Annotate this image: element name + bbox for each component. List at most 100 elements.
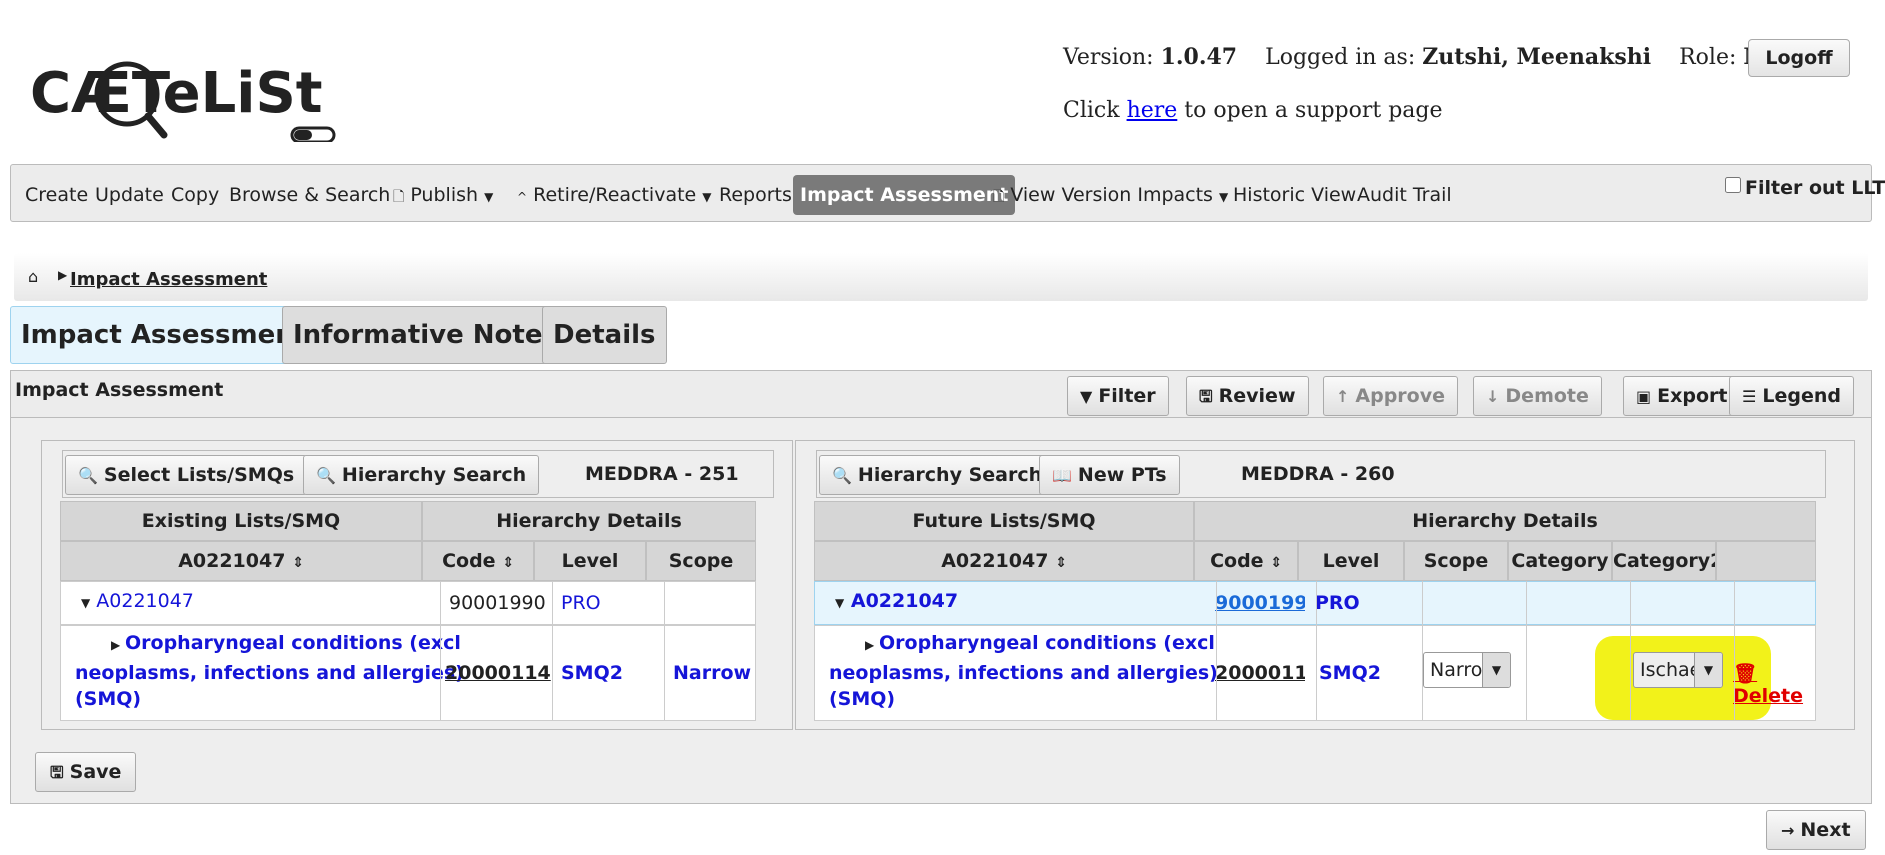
- header-info: Version: 1.0.47 Logged in as: Zutshi, Me…: [1063, 44, 1811, 70]
- caret-up-icon: ^: [517, 190, 528, 204]
- menu-retire-reactivate[interactable]: ^ Retire/Reactivate ▼: [517, 184, 712, 206]
- row-level: PRO: [561, 592, 601, 614]
- row-code[interactable]: 90001990: [1215, 592, 1305, 614]
- sort-icon: ⇕: [1270, 555, 1282, 571]
- sort-icon: ⇕: [1055, 555, 1067, 571]
- menu-create[interactable]: Create: [25, 184, 88, 206]
- save-icon: 🖫: [1199, 387, 1213, 406]
- support-link[interactable]: here: [1127, 98, 1178, 123]
- logo-text: CÆTeLiSt: [30, 61, 323, 126]
- menu-copy[interactable]: Copy: [171, 184, 219, 206]
- left-search-bar: 🔍 Select Lists/SMQs 🔍 Hierarchy Search MED…: [62, 450, 774, 498]
- col-hierarchy-details: Hierarchy Details: [422, 501, 756, 541]
- sort-icon: ⇕: [292, 555, 304, 571]
- filter-icon: ▼: [1080, 387, 1093, 406]
- select-lists-button[interactable]: 🔍 Select Lists/SMQs: [65, 455, 308, 495]
- menu-reports[interactable]: Reports: [719, 184, 792, 206]
- row-code: 90001990: [449, 592, 546, 614]
- book-icon: 📖: [1052, 466, 1072, 485]
- table-row: ▶ Oropharyngeal conditions (excl neoplas…: [60, 625, 756, 721]
- caret-down-icon: ▼: [1219, 190, 1229, 204]
- demote-button[interactable]: ↓ Demote: [1473, 376, 1602, 416]
- col-hierarchy-details: Hierarchy Details: [1194, 501, 1816, 541]
- row-scope: Narrow: [673, 662, 752, 684]
- caret-right-icon[interactable]: ▶: [111, 638, 120, 652]
- support-line: Click here to open a support page: [1063, 98, 1443, 123]
- menu-impact-assessment[interactable]: Impact Assessment: [793, 175, 1016, 215]
- smq-name[interactable]: Oropharyngeal conditions (excl: [879, 632, 1215, 654]
- row-code[interactable]: 20000114: [445, 662, 551, 684]
- menu-historic-view[interactable]: Historic View: [1233, 184, 1356, 206]
- row-code[interactable]: 20000114: [1215, 662, 1305, 684]
- right-meddra-version: MEDDRA - 260: [1241, 463, 1395, 485]
- col-future-lists: Future Lists/SMQ: [814, 501, 1194, 541]
- filter-button[interactable]: ▼ Filter: [1067, 376, 1169, 416]
- document-icon: 🗋: [393, 189, 405, 205]
- col-scope: Scope: [646, 541, 756, 581]
- caret-right-icon[interactable]: ▶: [865, 638, 874, 652]
- breadcrumb: ⌂ ▶ Impact Assessment: [14, 253, 1868, 301]
- table-row: ▶ Oropharyngeal conditions (excl neoplas…: [814, 625, 1816, 721]
- tab-informative-notes[interactable]: Informative Notes: [282, 306, 569, 364]
- caret-down-icon: ▼: [1482, 653, 1510, 687]
- delete-link[interactable]: 🗑Delete: [1733, 662, 1815, 707]
- search-icon: 🔍: [78, 466, 98, 485]
- left-hierarchy-search-button[interactable]: 🔍 Hierarchy Search: [303, 455, 540, 495]
- review-button[interactable]: 🖫 Review: [1186, 376, 1309, 416]
- col-level: Level: [534, 541, 646, 581]
- col-level: Level: [1298, 541, 1404, 581]
- new-pts-button[interactable]: 📖 New PTs: [1039, 455, 1180, 495]
- search-icon: 🔍: [832, 466, 852, 485]
- filter-llt-checkbox[interactable]: Filter out LLT: [1725, 177, 1885, 199]
- future-lists-panel: 🔍 Hierarchy Search 📖 New PTs MEDDRA - 260 …: [795, 440, 1855, 730]
- expand-caret-icon[interactable]: ▼ A0221047: [835, 590, 958, 612]
- row-level: SMQ2: [561, 662, 623, 684]
- list-icon: ☰: [1742, 387, 1757, 406]
- scope-select[interactable]: Narro ▼: [1423, 652, 1511, 688]
- legend-button[interactable]: ☰ Legend: [1729, 376, 1854, 416]
- caret-right-icon: ▶: [58, 268, 68, 282]
- col-code[interactable]: Code ⇕: [422, 541, 534, 581]
- logoff-button[interactable]: Logoff: [1748, 39, 1850, 77]
- caret-down-icon: ▼: [702, 190, 712, 204]
- sort-icon: ⇕: [502, 555, 514, 571]
- tab-details[interactable]: Details: [542, 306, 667, 364]
- right-hierarchy-search-button[interactable]: 🔍 Hierarchy Search: [819, 455, 1056, 495]
- left-meddra-version: MEDDRA - 251: [585, 463, 739, 485]
- table-row: ▼ A0221047 90001990 PRO: [60, 581, 756, 625]
- next-button[interactable]: → Next: [1766, 810, 1866, 850]
- col-category2: Category2: [1612, 541, 1716, 581]
- breadcrumb-impact-assessment[interactable]: Impact Assessment: [70, 269, 267, 290]
- excel-icon: ▣: [1636, 387, 1652, 406]
- app-logo: CÆTeLiSt: [30, 42, 350, 144]
- tab-impact-assessment[interactable]: Impact Assessment: [10, 306, 318, 364]
- menu-update[interactable]: Update: [95, 184, 164, 206]
- right-search-bar: 🔍 Hierarchy Search 📖 New PTs MEDDRA - 260: [816, 450, 1826, 498]
- smq-name[interactable]: Oropharyngeal conditions (excl: [125, 632, 461, 654]
- trash-icon: 🗑: [1733, 663, 1758, 685]
- home-icon[interactable]: ⌂: [28, 267, 38, 286]
- arrow-up-icon: ↑: [1336, 387, 1350, 406]
- save-button[interactable]: 🖫 Save: [35, 752, 137, 792]
- menu-publish[interactable]: 🗋 Publish ▼: [393, 184, 493, 210]
- col-actions: [1716, 541, 1816, 581]
- row-level: SMQ2: [1319, 662, 1381, 684]
- expand-caret-icon[interactable]: ▼ A0221047: [81, 590, 194, 612]
- save-icon: 🖫: [50, 763, 64, 782]
- table-row: ▼ A0221047 90001990 PRO: [814, 581, 1816, 625]
- category2-select[interactable]: Ischae ▼: [1633, 652, 1723, 688]
- menu-audit-trail[interactable]: Audit Trail: [1357, 184, 1452, 206]
- export-button[interactable]: ▣ Export: [1623, 376, 1741, 416]
- col-list-name[interactable]: A0221047 ⇕: [814, 541, 1194, 581]
- menu-view-version-impacts[interactable]: 🗋 View Version Impacts ▼: [993, 184, 1228, 210]
- search-icon: 🔍: [316, 466, 336, 485]
- caret-down-icon: ▼: [1694, 653, 1722, 687]
- menu-browse-search[interactable]: Browse & Search: [229, 184, 390, 206]
- approve-button[interactable]: ↑ Approve: [1323, 376, 1459, 416]
- col-list-name[interactable]: A0221047 ⇕: [60, 541, 422, 581]
- col-code[interactable]: Code ⇕: [1194, 541, 1298, 581]
- col-scope: Scope: [1404, 541, 1508, 581]
- existing-lists-panel: 🔍 Select Lists/SMQs 🔍 Hierarchy Search MED…: [41, 440, 793, 730]
- panel-toolbar: Impact Assessment ▼ Filter 🖫 Review ↑ Appro…: [10, 370, 1872, 418]
- main-panel: 🔍 Select Lists/SMQs 🔍 Hierarchy Search MED…: [10, 418, 1872, 804]
